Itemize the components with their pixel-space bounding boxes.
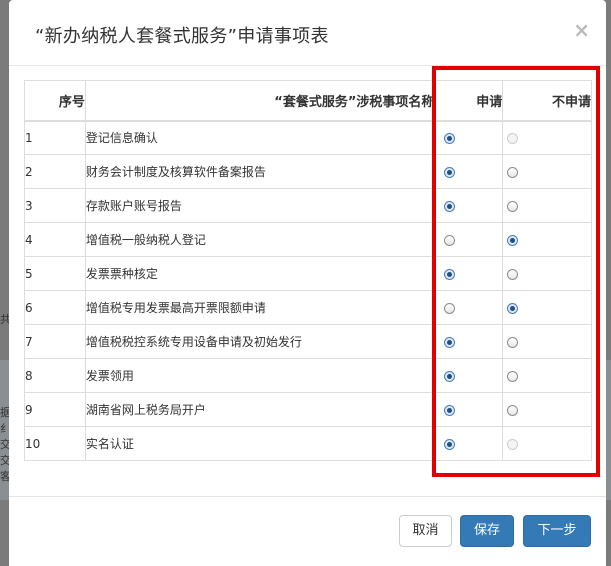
not-apply-cell [502, 120, 592, 155]
row-item-name: 增值税税控系统专用设备申请及初始发行 [84, 324, 436, 359]
row-serial-no: 10 [24, 426, 86, 461]
row-serial-no: 3 [24, 188, 86, 223]
close-icon[interactable]: × [573, 20, 590, 40]
row-serial-no: 8 [24, 358, 86, 393]
apply-radio[interactable] [444, 404, 456, 416]
table-row: 3 存款账户账号报告 [24, 188, 592, 223]
table-row: 9 湖南省网上税务局开户 [24, 392, 592, 427]
next-step-button[interactable]: 下一步 [523, 515, 591, 547]
apply-cell [434, 358, 504, 393]
row-serial-no: 1 [24, 120, 86, 155]
not-apply-radio[interactable] [507, 336, 519, 348]
row-serial-no: 6 [24, 290, 86, 325]
not-apply-radio[interactable] [507, 234, 519, 246]
dialog-title: “新办纳税人套餐式服务”申请事项表 [35, 26, 329, 47]
header-serial-no: 序号 [24, 80, 86, 122]
apply-cell [434, 222, 504, 257]
apply-cell [434, 426, 504, 461]
not-apply-radio[interactable] [507, 302, 519, 314]
apply-cell [434, 188, 504, 223]
not-apply-cell [502, 188, 592, 223]
row-serial-no: 2 [24, 154, 86, 189]
not-apply-cell [502, 426, 592, 461]
apply-radio[interactable] [444, 132, 456, 144]
not-apply-radio[interactable] [507, 166, 519, 178]
not-apply-radio[interactable] [507, 404, 519, 416]
not-apply-radio[interactable] [507, 268, 519, 280]
table-row: 10 实名认证 [24, 426, 592, 461]
not-apply-cell [502, 392, 592, 427]
dialog-header: “新办纳税人套餐式服务”申请事项表 × [9, 0, 606, 66]
table-row: 1 登记信息确认 [24, 120, 592, 155]
save-button[interactable]: 保存 [460, 515, 514, 547]
dialog-footer: 取消 保存 下一步 [9, 496, 606, 566]
not-apply-cell [502, 222, 592, 257]
apply-cell [434, 392, 504, 427]
row-item-name: 存款账户账号报告 [84, 188, 436, 223]
row-item-name: 湖南省网上税务局开户 [84, 392, 436, 427]
not-apply-radio [507, 132, 519, 144]
table-row: 7 增值税税控系统专用设备申请及初始发行 [24, 324, 592, 359]
apply-radio[interactable] [444, 370, 456, 382]
application-items-table: 序号 “套餐式服务”涉税事项名称 申请 不申请 1 登记信息确认 2 财务会计制度及核… [24, 80, 592, 461]
row-item-name: 增值税一般纳税人登记 [84, 222, 436, 257]
row-item-name: 发票票种核定 [84, 256, 436, 291]
apply-radio[interactable] [444, 302, 456, 314]
header-item-name: “套餐式服务”涉税事项名称 [84, 80, 436, 122]
not-apply-cell [502, 290, 592, 325]
apply-radio[interactable] [444, 200, 456, 212]
apply-radio[interactable] [444, 234, 456, 246]
apply-radio[interactable] [444, 166, 456, 178]
service-application-dialog: “新办纳税人套餐式服务”申请事项表 × 序号 “套餐式服务”涉税事项名称 申请 … [9, 0, 606, 566]
table-row: 5 发票票种核定 [24, 256, 592, 291]
table-row: 4 增值税一般纳税人登记 [24, 222, 592, 257]
row-serial-no: 9 [24, 392, 86, 427]
apply-cell [434, 120, 504, 155]
not-apply-cell [502, 324, 592, 359]
table-row: 2 财务会计制度及核算软件备案报告 [24, 154, 592, 189]
row-item-name: 登记信息确认 [84, 120, 436, 155]
row-item-name: 实名认证 [84, 426, 436, 461]
header-apply: 申请 [434, 80, 504, 122]
not-apply-cell [502, 358, 592, 393]
cancel-button[interactable]: 取消 [399, 515, 452, 547]
apply-radio[interactable] [444, 438, 456, 450]
not-apply-radio[interactable] [507, 370, 519, 382]
row-serial-no: 7 [24, 324, 86, 359]
apply-cell [434, 324, 504, 359]
apply-radio[interactable] [444, 268, 456, 280]
apply-radio[interactable] [444, 336, 456, 348]
not-apply-cell [502, 256, 592, 291]
not-apply-cell [502, 154, 592, 189]
apply-cell [434, 290, 504, 325]
row-serial-no: 4 [24, 222, 86, 257]
row-item-name: 增值税专用发票最高开票限额申请 [84, 290, 436, 325]
table-row: 6 增值税专用发票最高开票限额申请 [24, 290, 592, 325]
row-item-name: 财务会计制度及核算软件备案报告 [84, 154, 436, 189]
row-serial-no: 5 [24, 256, 86, 291]
not-apply-radio [507, 438, 519, 450]
table-body: 1 登记信息确认 2 财务会计制度及核算软件备案报告 3 存款账户账号报告 4 增值税一般纳税… [24, 120, 592, 461]
table-header-row: 序号 “套餐式服务”涉税事项名称 申请 不申请 [24, 80, 592, 122]
table-row: 8 发票领用 [24, 358, 592, 393]
apply-cell [434, 256, 504, 291]
row-item-name: 发票领用 [84, 358, 436, 393]
header-not-apply: 不申请 [502, 80, 592, 122]
not-apply-radio[interactable] [507, 200, 519, 212]
apply-cell [434, 154, 504, 189]
